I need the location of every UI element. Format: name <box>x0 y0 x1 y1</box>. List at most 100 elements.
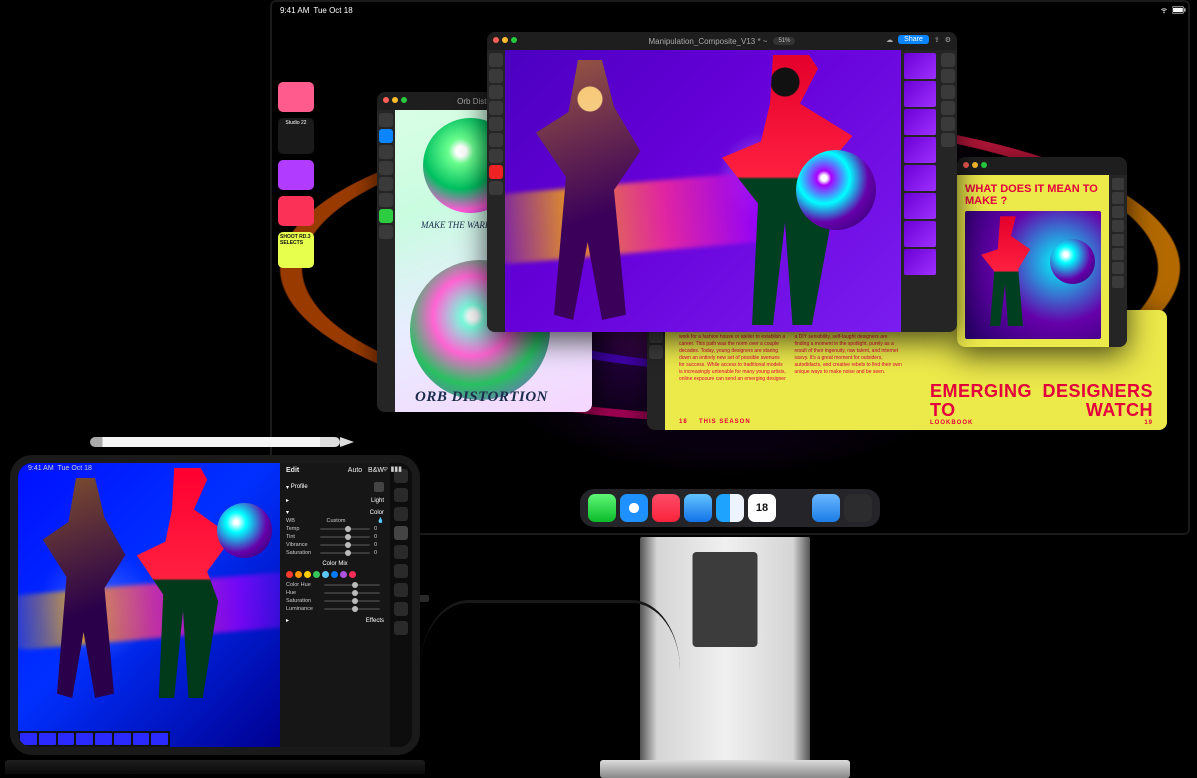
panel-icon[interactable] <box>1112 206 1124 218</box>
thumb[interactable] <box>20 733 37 745</box>
export-icon[interactable]: ⇪ <box>934 36 940 44</box>
window-titlebar[interactable] <box>957 157 1127 175</box>
color-dot-yellow[interactable] <box>304 571 311 578</box>
thumb[interactable] <box>151 733 168 745</box>
side-tool-detail[interactable] <box>394 583 408 597</box>
panel-icon[interactable] <box>1112 192 1124 204</box>
side-tool-heal[interactable] <box>394 488 408 502</box>
thumb[interactable] <box>95 733 112 745</box>
side-tool-geometry[interactable] <box>394 621 408 635</box>
layer-thumb[interactable] <box>904 165 936 191</box>
side-tool-color[interactable] <box>394 545 408 559</box>
thumb[interactable] <box>114 733 131 745</box>
color-dot-blue[interactable] <box>331 571 338 578</box>
panel-icon[interactable] <box>1112 234 1124 246</box>
thumb[interactable] <box>133 733 150 745</box>
zoom-level[interactable]: 51% <box>773 37 795 45</box>
stage-tile[interactable] <box>278 82 314 112</box>
eyedropper-icon[interactable]: 💧 <box>377 518 384 524</box>
tool-more[interactable] <box>379 225 393 239</box>
section-color[interactable]: Color <box>370 510 384 516</box>
tool-brush[interactable] <box>379 129 393 143</box>
dock-app-calendar[interactable]: 18 <box>748 494 776 522</box>
slider-temp[interactable] <box>320 528 370 530</box>
panel-icon[interactable] <box>1112 276 1124 288</box>
slider-tint[interactable] <box>320 536 370 538</box>
side-tool-mask[interactable] <box>394 507 408 521</box>
dock-app-app-library[interactable] <box>844 494 872 522</box>
tool-move[interactable] <box>489 53 503 67</box>
layer-thumb[interactable] <box>904 53 936 79</box>
tool-select[interactable] <box>489 69 503 83</box>
tool-record[interactable] <box>489 165 503 179</box>
color-dot-magenta[interactable] <box>349 571 356 578</box>
thumb[interactable] <box>58 733 75 745</box>
panel-icon[interactable] <box>1112 220 1124 232</box>
layer-thumb[interactable] <box>904 81 936 107</box>
panel-icon[interactable] <box>1112 178 1124 190</box>
panel-icon[interactable] <box>941 133 955 147</box>
side-tool-light[interactable] <box>394 526 408 540</box>
layer-thumb[interactable] <box>904 249 936 275</box>
side-tool-optics[interactable] <box>394 602 408 616</box>
tool-crop[interactable] <box>489 101 503 115</box>
stage-tile[interactable]: Studio 22 <box>278 118 314 154</box>
slider-hue[interactable] <box>324 592 380 594</box>
layers-panel[interactable] <box>901 50 939 332</box>
panel-icon[interactable] <box>941 85 955 99</box>
layer-thumb[interactable] <box>904 109 936 135</box>
layer-thumb[interactable] <box>904 137 936 163</box>
window-poster-preview[interactable]: WHAT DOES IT MEAN TO MAKE ? <box>957 157 1127 347</box>
slider-saturation[interactable] <box>324 600 380 602</box>
tool-pen[interactable] <box>379 145 393 159</box>
color-mix-dots[interactable] <box>280 568 390 581</box>
profile-thumb[interactable] <box>374 482 384 492</box>
section-light[interactable]: Light <box>371 498 384 504</box>
side-tool-effects[interactable] <box>394 564 408 578</box>
thumb[interactable] <box>76 733 93 745</box>
slider-saturation[interactable] <box>320 552 370 554</box>
color-dot-green[interactable] <box>313 571 320 578</box>
tool[interactable] <box>649 345 663 359</box>
tool-lasso[interactable] <box>489 85 503 99</box>
section-colormix[interactable]: Color Mix <box>322 561 347 567</box>
color-dot-red[interactable] <box>286 571 293 578</box>
tool-text[interactable] <box>489 149 503 163</box>
slider-vibrance[interactable] <box>320 544 370 546</box>
color-dot-orange[interactable] <box>295 571 302 578</box>
panel-icon[interactable] <box>941 117 955 131</box>
stage-tile[interactable]: SHOOT RD.3 SELECTS <box>278 232 314 268</box>
panel-icon[interactable] <box>1112 248 1124 260</box>
section-profile[interactable]: Profile <box>291 484 308 490</box>
color-dot-purple[interactable] <box>340 571 347 578</box>
wb-value[interactable]: Custom <box>327 518 346 524</box>
color-dot-aqua[interactable] <box>322 571 329 578</box>
thumb[interactable] <box>39 733 56 745</box>
layer-thumb[interactable] <box>904 193 936 219</box>
window-titlebar[interactable]: Manipulation_Composite_V13 * ~ 51% ☁︎ Sh… <box>487 32 957 50</box>
dock-app-music[interactable] <box>652 494 680 522</box>
panel-icon[interactable] <box>1112 262 1124 274</box>
poster-canvas[interactable]: WHAT DOES IT MEAN TO MAKE ? <box>957 175 1109 347</box>
tool-shape[interactable] <box>379 177 393 191</box>
section-effects[interactable]: Effects <box>366 618 384 624</box>
stage-tile[interactable] <box>278 196 314 226</box>
share-button[interactable]: Share <box>898 35 929 44</box>
slider-color-hue[interactable] <box>324 584 380 586</box>
tool-brush[interactable] <box>489 117 503 131</box>
panel-icon[interactable] <box>941 53 955 67</box>
panel-icon[interactable] <box>941 101 955 115</box>
image-canvas[interactable] <box>505 50 901 332</box>
dock-app-finder[interactable] <box>716 494 744 522</box>
tool-text[interactable] <box>379 193 393 207</box>
tool-eraser[interactable] <box>379 161 393 175</box>
dock-app-mail[interactable] <box>684 494 712 522</box>
slider-luminance[interactable] <box>324 608 380 610</box>
layer-thumb[interactable] <box>904 221 936 247</box>
dock-app-files[interactable] <box>812 494 840 522</box>
tool-more[interactable] <box>489 181 503 195</box>
tool-select[interactable] <box>379 113 393 127</box>
stage-tile[interactable] <box>278 160 314 190</box>
tool-heal[interactable] <box>489 133 503 147</box>
window-image-editor[interactable]: Manipulation_Composite_V13 * ~ 51% ☁︎ Sh… <box>487 32 957 332</box>
